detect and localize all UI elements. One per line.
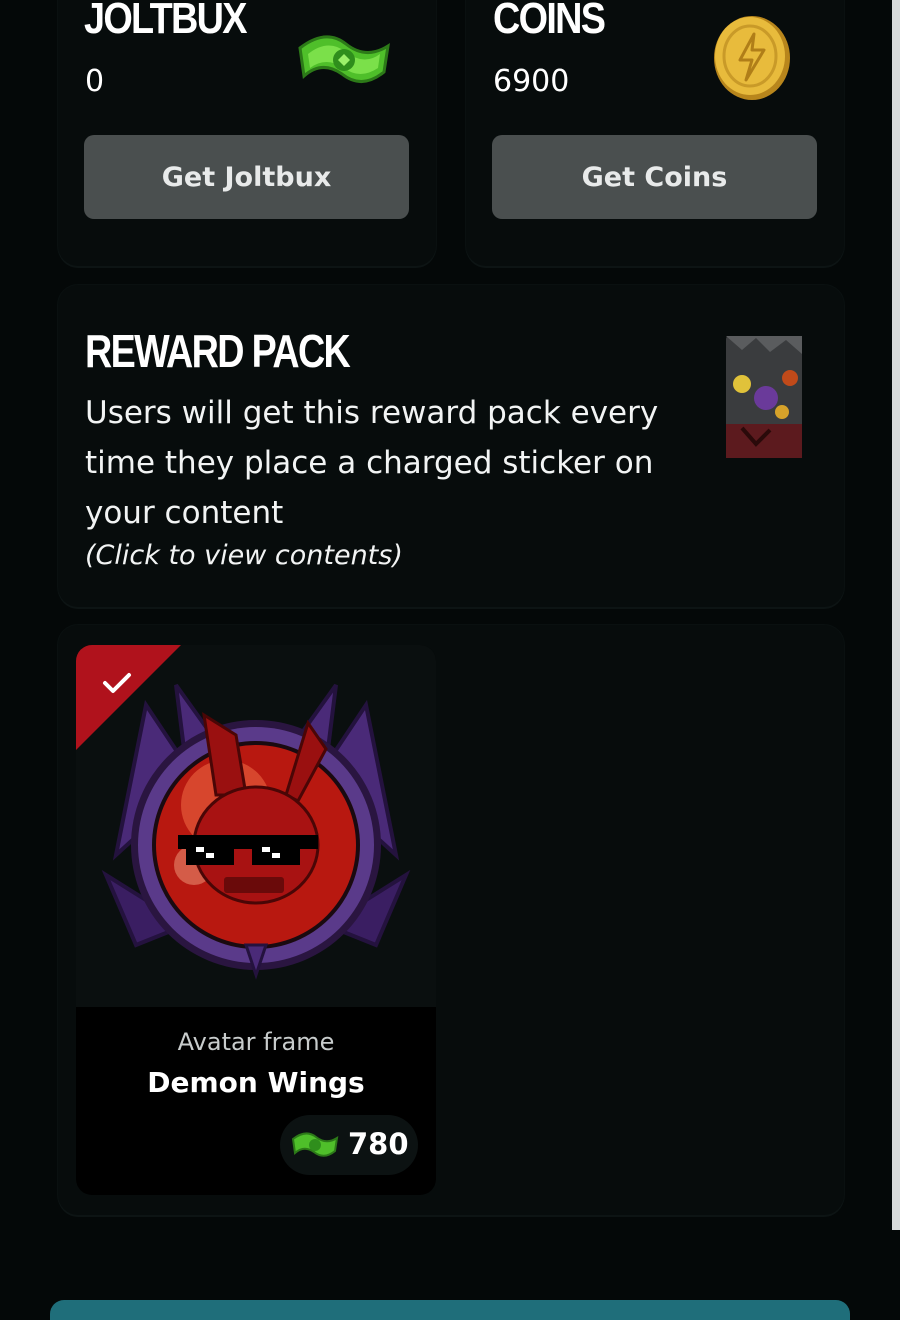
reward-pack-title: REWARD PACK (85, 325, 351, 377)
reward-pack-description: Users will get this reward pack every ti… (85, 395, 659, 531)
item-type-label: Avatar frame (177, 1028, 335, 1056)
gold-coin-icon (710, 12, 794, 102)
joltbux-balance: 0 (85, 64, 105, 99)
item-card-demon-wings[interactable] (76, 645, 436, 1195)
get-joltbux-button[interactable]: Get Joltbux (84, 135, 409, 219)
coins-card: COINS 6900 Get Coins (466, 0, 844, 266)
get-coins-button[interactable]: Get Coins (492, 135, 817, 219)
reward-pack-image[interactable] (712, 332, 812, 460)
checkmark-icon (102, 671, 132, 695)
item-price-pill: 780 (280, 1115, 418, 1175)
item-price-value: 780 (348, 1127, 409, 1161)
reward-pack-hint[interactable]: (Click to view contents) (85, 540, 403, 571)
bottom-banner-edge (50, 1300, 850, 1320)
joltbux-card: JOLTBUX 0 Get Joltbux (58, 0, 436, 266)
scrollbar[interactable] (892, 0, 900, 1230)
coins-balance: 6900 (493, 64, 570, 99)
joltbux-bill-icon (296, 20, 392, 100)
joltbux-bill-icon (290, 1125, 340, 1165)
joltbux-title: JOLTBUX (84, 0, 247, 43)
selected-ribbon (76, 645, 181, 750)
item-name: Demon Wings (147, 1066, 365, 1099)
coins-title: COINS (493, 0, 606, 43)
